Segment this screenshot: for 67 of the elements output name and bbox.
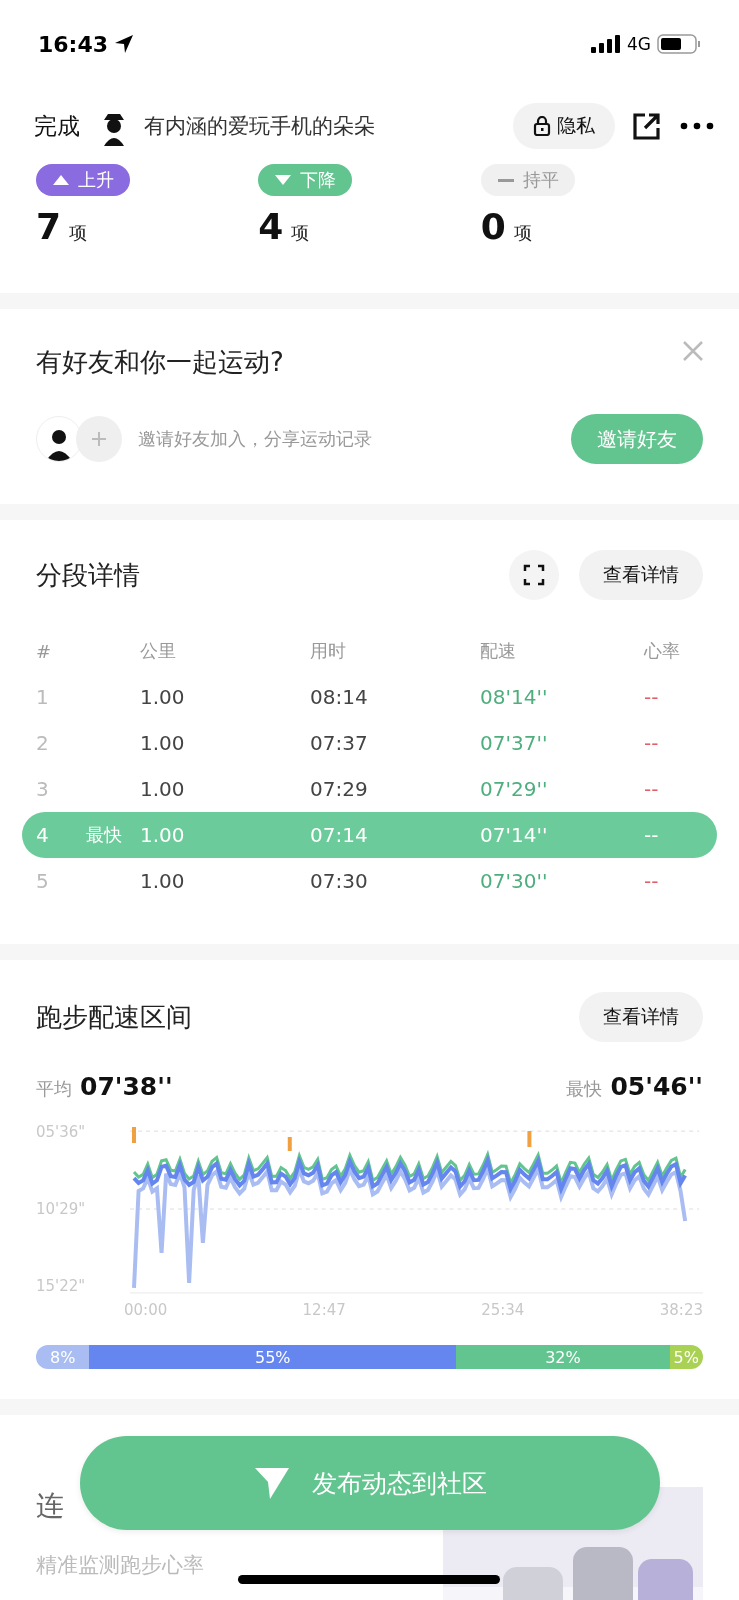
promo-title: 连 [36, 1488, 65, 1524]
split-time: 07:37 [310, 731, 369, 755]
pace-zone-segment: 5% [669, 1345, 703, 1369]
split-index: 1 [36, 685, 50, 709]
trend-count: 4 [258, 206, 284, 247]
splits-details-button[interactable]: 查看详情 [579, 550, 703, 600]
location-arrow-icon [114, 34, 135, 54]
split-pace: 07'37'' [480, 731, 549, 755]
split-heart-rate: -- [644, 731, 660, 755]
trend-badge: 下降 [258, 164, 353, 196]
split-time: 07:14 [310, 823, 369, 847]
average-label: 平均 [36, 1077, 72, 1101]
split-km: 1.00 [140, 685, 186, 709]
average-pace: 07'38'' [80, 1072, 173, 1101]
column-header: 配速 [480, 639, 517, 663]
split-heart-rate: -- [644, 777, 660, 801]
split-km: 1.00 [140, 869, 186, 893]
fullscreen-icon[interactable] [509, 550, 559, 600]
split-index: 5 [36, 869, 50, 893]
trend-badge: 上升 [36, 164, 130, 196]
split-km: 1.00 [140, 823, 186, 847]
status-time: 16:43 [38, 31, 109, 57]
send-icon [253, 1466, 290, 1500]
fastest-label: 最快 [86, 823, 123, 847]
split-index: 4 [36, 823, 50, 847]
split-heart-rate: -- [644, 685, 660, 709]
fastest-label: 最快 [566, 1077, 603, 1101]
pace-zone-segment: 8% [36, 1345, 90, 1369]
user-name: 有内涵的爱玩手机的朵朵 [144, 113, 375, 140]
split-pace: 07'30'' [480, 869, 549, 893]
split-pace: 07'29'' [480, 777, 549, 801]
column-header: 心率 [644, 639, 681, 663]
fastest-pace: 05'46'' [610, 1072, 703, 1101]
invite-title: 有好友和你一起运动? [36, 346, 284, 379]
split-index: 3 [36, 777, 50, 801]
invite-hint: 邀请好友加入，分享运动记录 [138, 427, 372, 451]
trend-unit: 项 [291, 221, 310, 245]
trend-unit: 项 [69, 221, 88, 245]
pace-details-button[interactable]: 查看详情 [579, 992, 703, 1042]
trend-unit: 项 [513, 221, 532, 245]
network-label: 4G [627, 34, 651, 54]
column-header: # [36, 640, 53, 662]
split-index: 2 [36, 731, 50, 755]
column-header: 公里 [140, 639, 177, 663]
pace-zone-segment: 32% [456, 1345, 670, 1369]
lock-icon [533, 116, 551, 136]
split-pace: 08'14'' [480, 685, 549, 709]
column-header: 用时 [310, 639, 347, 663]
split-km: 1.00 [140, 777, 186, 801]
privacy-button[interactable]: 隐私 [513, 103, 615, 149]
pace-zone-segment: 55% [89, 1345, 457, 1369]
split-pace: 07'14'' [480, 823, 549, 847]
split-time: 08:14 [310, 685, 369, 709]
promo-text: 精准监测跑步心率 [36, 1552, 204, 1579]
done-button[interactable]: 完成 [34, 110, 80, 142]
battery-icon [657, 34, 701, 54]
signal-icon [591, 35, 621, 53]
trend-count: 7 [36, 206, 62, 247]
trend-count: 0 [480, 206, 506, 247]
trend-badge: 持平 [480, 164, 575, 196]
split-heart-rate: -- [644, 823, 660, 847]
split-km: 1.00 [140, 731, 186, 755]
pace-zones-title: 跑步配速区间 [36, 1000, 192, 1034]
split-time: 07:30 [310, 869, 369, 893]
split-heart-rate: -- [644, 869, 660, 893]
split-time: 07:29 [310, 777, 369, 801]
splits-title: 分段详情 [36, 558, 140, 592]
